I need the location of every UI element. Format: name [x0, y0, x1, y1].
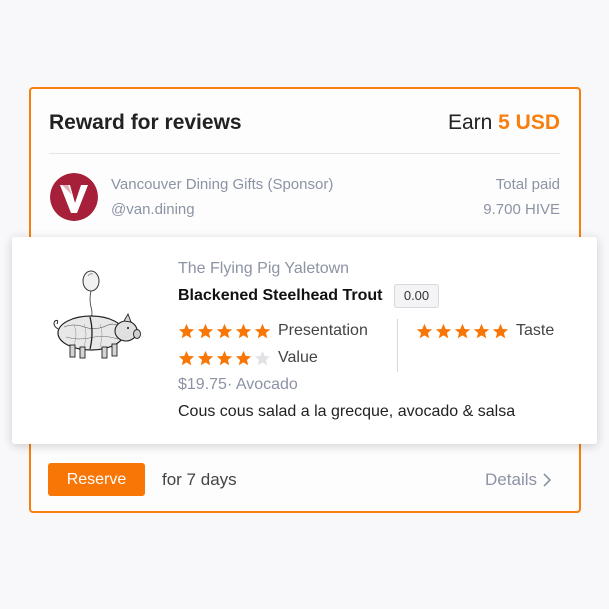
- header-divider: [49, 153, 560, 154]
- star-rating: [416, 323, 509, 340]
- card-title: Reward for reviews: [49, 111, 242, 134]
- dish-price: $19.75: [178, 376, 227, 393]
- flying-pig-illustration: [53, 270, 141, 359]
- price-line: $19.75· Avocado: [178, 376, 298, 394]
- rating-presentation: Presentation: [178, 322, 368, 340]
- star-filled-icon: [416, 323, 433, 338]
- star-filled-icon: [254, 323, 271, 338]
- chevron-right-icon: [543, 473, 551, 487]
- sponsor-handle[interactable]: @van.dining: [111, 201, 195, 218]
- restaurant-name[interactable]: The Flying Pig Yaletown: [178, 260, 349, 278]
- rating-value: Value: [178, 349, 318, 367]
- star-filled-icon: [492, 323, 509, 338]
- rating-divider: [397, 319, 398, 372]
- rating-label: Value: [278, 349, 318, 366]
- star-filled-icon: [178, 323, 195, 338]
- dish-description: Cous cous salad a la grecque, avocado & …: [178, 403, 516, 420]
- star-rating: [178, 323, 271, 340]
- sponsor-logo[interactable]: [50, 173, 98, 221]
- star-filled-icon: [435, 323, 452, 338]
- reserve-button[interactable]: Reserve: [48, 463, 145, 496]
- dish-score-badge: 0.00: [394, 284, 439, 308]
- earn-amount: 5 USD: [498, 111, 560, 134]
- total-paid-value: 9.700 HIVE: [483, 201, 560, 218]
- rating-label: Taste: [516, 322, 555, 339]
- star-filled-icon: [454, 323, 471, 338]
- star-filled-icon: [235, 323, 252, 338]
- rating-label: Presentation: [278, 322, 368, 339]
- dish-name[interactable]: Blackened Steelhead Trout: [178, 287, 383, 305]
- rating-taste: Taste: [416, 322, 554, 340]
- total-paid-label: Total paid: [495, 176, 560, 193]
- star-filled-icon: [216, 323, 233, 338]
- details-label: Details: [485, 470, 537, 489]
- star-rating: [178, 350, 271, 367]
- dish-card[interactable]: The Flying Pig Yaletown Blackened Steelh…: [12, 237, 597, 444]
- reserve-duration: for 7 days: [162, 470, 237, 489]
- star-filled-icon: [216, 350, 233, 365]
- earn-label: Earn: [447, 111, 493, 134]
- earn-reward: Earn 5 USD: [448, 111, 560, 135]
- details-link[interactable]: Details: [485, 470, 551, 490]
- price-separator: ·: [226, 376, 233, 393]
- star-filled-icon: [235, 350, 252, 365]
- diet-tag: Avocado: [235, 376, 298, 393]
- star-filled-icon: [197, 350, 214, 365]
- star-filled-icon: [178, 350, 195, 365]
- star-filled-icon: [473, 323, 490, 338]
- star-filled-icon: [197, 323, 214, 338]
- sponsor-name[interactable]: Vancouver Dining Gifts (Sponsor): [111, 176, 333, 193]
- star-empty-icon: [254, 350, 271, 365]
